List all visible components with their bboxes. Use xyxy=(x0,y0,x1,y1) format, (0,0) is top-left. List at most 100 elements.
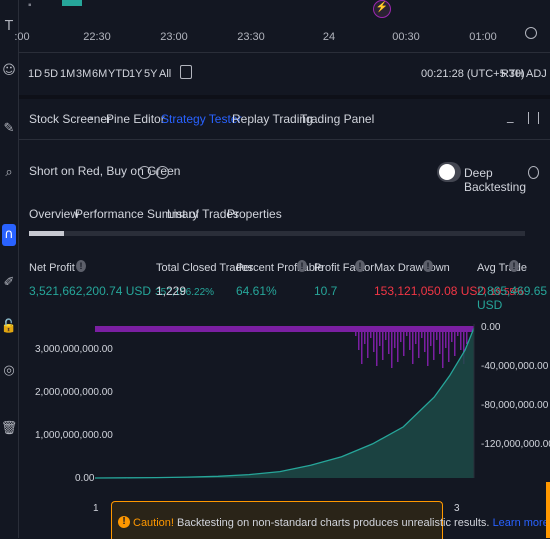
tab-stock-screener[interactable]: Stock Screener xyxy=(29,112,111,126)
drawdown-bar xyxy=(466,332,468,344)
tab-strategy-tester[interactable]: Strategy Tester xyxy=(161,112,241,126)
drawdown-bar xyxy=(370,332,372,338)
percent-profitable-value: 64.61% xyxy=(236,284,277,298)
drawdown-bar xyxy=(427,332,429,366)
avg-trade-value: 2,865,469.65 USD xyxy=(477,284,548,312)
pencil-tool-icon[interactable]: ✐ xyxy=(0,272,18,294)
range-all-button[interactable]: All xyxy=(159,68,171,80)
chevron-down-icon[interactable]: ⌄ xyxy=(87,111,95,122)
trash-tool-icon[interactable]: 🗑 xyxy=(0,418,18,440)
caution-label: Caution! xyxy=(133,517,174,529)
maximize-icon[interactable] xyxy=(528,112,539,124)
right-axis-tick: -80,000,000.00 xyxy=(481,400,549,411)
deep-backtesting-toggle[interactable] xyxy=(437,162,461,182)
edge-accent xyxy=(546,482,550,538)
learn-more-link[interactable]: Learn more xyxy=(493,517,549,529)
drawdown-bar xyxy=(454,332,456,356)
date-range-bar: 1D 5D 1M 3M 6M YTD 1Y 5Y All 00:21:28 (U… xyxy=(19,53,550,99)
left-axis-tick: 1,000,000,000.00 xyxy=(35,430,113,441)
drawdown-bar xyxy=(451,332,453,342)
left-axis-tick: 2,000,000,000.00 xyxy=(35,387,113,398)
range-1m-button[interactable]: 1M xyxy=(60,68,75,80)
time-tick: 24 xyxy=(322,31,336,43)
drawdown-bar xyxy=(400,332,402,342)
range-ytd-button[interactable]: YTD xyxy=(108,68,130,80)
drawdown-bar xyxy=(391,332,393,368)
drawdown-bar xyxy=(406,332,408,336)
drawdown-bar xyxy=(397,332,399,362)
drawdown-band xyxy=(95,326,474,332)
total-closed-trades-value: 1,229 xyxy=(156,284,187,298)
net-profit-amount: 3,521,662,200.74 USD xyxy=(29,284,152,298)
time-tick: 01:00 xyxy=(469,31,497,43)
x-axis-tick: 3 xyxy=(454,503,460,514)
adjust-toggle[interactable]: ADJ xyxy=(526,68,547,80)
minimize-icon[interactable]: _ xyxy=(507,109,514,124)
source-code-icon[interactable] xyxy=(156,166,169,179)
main-chart-area[interactable]: ▪ ⚡ :00 22:30 23:00 23:30 24 00:30 01:00 xyxy=(14,0,550,53)
lock-tool-icon[interactable]: 🔓 xyxy=(0,316,18,338)
zoom-tool-icon[interactable]: ⌕ xyxy=(0,162,18,184)
drawdown-bar xyxy=(412,332,414,364)
overview-progress-bar xyxy=(29,231,525,236)
left-axis-tick: 0.00 xyxy=(75,473,95,484)
range-3m-button[interactable]: 3M xyxy=(76,68,91,80)
session-toggle[interactable]: RTH xyxy=(501,68,523,80)
drawdown-bar xyxy=(409,332,411,350)
drawdown-bar xyxy=(385,332,387,340)
drawdown-bar xyxy=(445,332,447,348)
info-icon[interactable]: ! xyxy=(76,260,86,272)
axis-settings-icon[interactable] xyxy=(525,27,537,39)
drawdown-bar xyxy=(382,332,384,360)
drawdown-bar xyxy=(403,332,405,356)
symbol-fragment: ▪ xyxy=(28,0,32,11)
right-axis-tick: -40,000,000.00 xyxy=(481,361,549,372)
drawdown-bar xyxy=(448,332,450,362)
eye-tool-icon[interactable]: ◎ xyxy=(0,360,18,382)
alert-icon[interactable]: ⚡ xyxy=(373,0,391,18)
profit-factor-value: 10.7 xyxy=(314,284,338,298)
net-profit-label: Net Profit xyxy=(29,262,75,274)
percent-profitable-label: Percent Profitable xyxy=(236,262,324,274)
drawdown-bar xyxy=(439,332,441,354)
drawdown-bar xyxy=(388,332,390,354)
avg-trade-label: Avg Trade xyxy=(477,262,527,274)
drawdown-bar xyxy=(379,332,381,346)
info-icon[interactable]: ! xyxy=(355,260,365,272)
info-icon[interactable]: ! xyxy=(297,260,307,272)
range-6m-button[interactable]: 6M xyxy=(92,68,107,80)
candle-fragment xyxy=(62,0,82,6)
progress-fill xyxy=(29,231,64,236)
range-1d-button[interactable]: 1D xyxy=(28,68,42,80)
ruler-tool-icon[interactable]: ✎ xyxy=(0,118,18,140)
drawdown-bar xyxy=(364,332,366,344)
info-icon[interactable]: ! xyxy=(509,260,519,272)
drawdown-bar xyxy=(394,332,396,348)
drawdown-bar xyxy=(436,332,438,340)
settings-icon[interactable] xyxy=(138,166,151,179)
equity-area xyxy=(95,328,474,478)
subtab-properties[interactable]: Properties xyxy=(227,207,282,221)
info-icon[interactable] xyxy=(528,166,539,179)
drawdown-bar xyxy=(415,332,417,344)
range-5y-button[interactable]: 5Y xyxy=(144,68,157,80)
x-axis-tick: 1 xyxy=(93,503,99,514)
drawdown-bar xyxy=(457,332,459,336)
profit-factor-label: Profit Factor xyxy=(314,262,374,274)
max-drawdown-amount: 153,121,050.08 USD xyxy=(374,284,487,298)
drawdown-bar xyxy=(355,332,357,336)
magnet-tool-icon[interactable]: ∩ xyxy=(2,224,16,246)
calendar-icon[interactable] xyxy=(180,65,192,79)
emoji-tool-icon[interactable]: ☺ xyxy=(0,60,18,82)
info-icon[interactable]: ! xyxy=(423,260,433,272)
right-axis-tick: -120,000,000.00 xyxy=(481,439,550,450)
subtab-overview[interactable]: Overview xyxy=(29,207,79,221)
warning-icon: ! xyxy=(118,516,130,528)
range-1y-button[interactable]: 1Y xyxy=(129,68,142,80)
drawdown-bar xyxy=(430,332,432,346)
tab-pine-editor[interactable]: Pine Editor xyxy=(106,112,165,126)
max-drawdown-label: Max Drawdown xyxy=(374,262,450,274)
drawdown-bar xyxy=(373,332,375,352)
range-5d-button[interactable]: 5D xyxy=(44,68,58,80)
tab-trading-panel[interactable]: Trading Panel xyxy=(300,112,374,126)
